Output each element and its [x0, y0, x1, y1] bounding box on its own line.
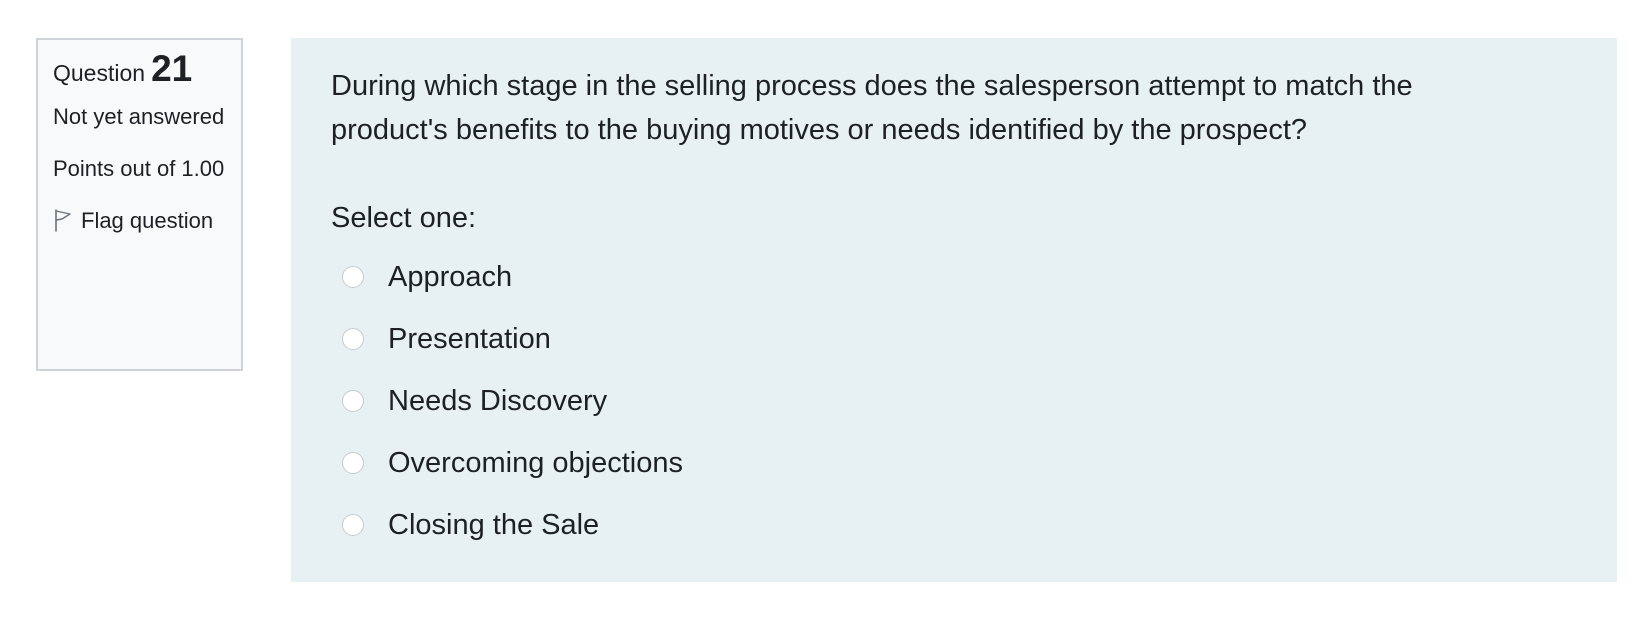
answer-option-overcoming-objections[interactable]: Overcoming objections	[331, 432, 1577, 494]
radio-button[interactable]	[342, 328, 364, 350]
answer-label[interactable]: Presentation	[388, 323, 551, 356]
quiz-page: Question 21 Not yet answered Points out o…	[0, 0, 1650, 626]
radio-button[interactable]	[342, 514, 364, 536]
radio-button[interactable]	[342, 266, 364, 288]
question-content: During which stage in the selling proces…	[291, 38, 1617, 582]
answer-option-closing-the-sale[interactable]: Closing the Sale	[331, 494, 1577, 556]
radio-button[interactable]	[342, 452, 364, 474]
radio-button[interactable]	[342, 390, 364, 412]
question-grade: Points out of 1.00	[53, 156, 225, 181]
flag-question-label: Flag question	[81, 208, 214, 233]
question-label: Question	[53, 60, 146, 86]
answer-list: Approach Presentation Needs Discovery Ov…	[331, 246, 1577, 556]
question-text: During which stage in the selling proces…	[331, 70, 1413, 146]
answer-label[interactable]: Approach	[388, 261, 512, 294]
answer-label[interactable]: Needs Discovery	[388, 385, 607, 418]
select-one-prompt: Select one:	[331, 202, 477, 234]
question-number: 21	[151, 48, 193, 89]
flag-icon	[53, 207, 73, 232]
answer-label[interactable]: Overcoming objections	[388, 447, 683, 480]
question-info-panel: Question 21 Not yet answered Points out o…	[36, 38, 243, 371]
answer-option-approach[interactable]: Approach	[331, 246, 1577, 308]
answer-option-needs-discovery[interactable]: Needs Discovery	[331, 370, 1577, 432]
question-state: Not yet answered	[53, 104, 225, 129]
answer-option-presentation[interactable]: Presentation	[331, 308, 1577, 370]
question-number-heading: Question 21	[53, 50, 227, 87]
flag-question-link[interactable]: Flag question	[53, 203, 227, 239]
answer-label[interactable]: Closing the Sale	[388, 509, 599, 542]
